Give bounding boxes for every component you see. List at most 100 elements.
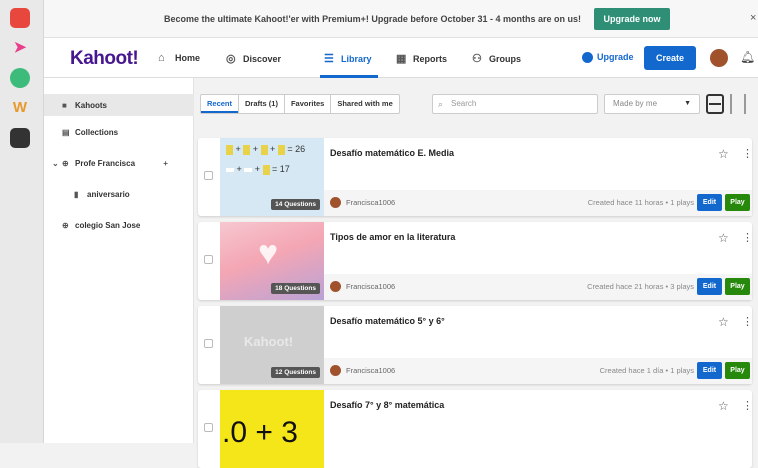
kahoot-title[interactable]: Desafío matemático E. Media	[330, 148, 454, 158]
star-icon[interactable]: ☆	[718, 315, 729, 329]
tab-favorites[interactable]: Favorites	[285, 95, 332, 113]
star-icon[interactable]: ☆	[718, 231, 729, 245]
question-count-badge: 14 Questions	[271, 199, 320, 210]
created-meta: Created hace 11 horas • 1 plays	[587, 198, 694, 207]
kahoot-card[interactable]: .0 + 3 Desafío 7° y 8° matemática ☆ ⋮	[198, 390, 753, 468]
more-options-icon[interactable]: ⋮	[742, 399, 753, 412]
star-icon[interactable]: ☆	[718, 147, 729, 161]
kahoots-icon: ■	[62, 101, 67, 110]
select-checkbox[interactable]	[204, 423, 213, 432]
chevron-down-icon: ▼	[684, 100, 691, 107]
folder-icon: ▮	[74, 190, 79, 199]
upgrade-icon	[582, 52, 593, 64]
more-options-icon[interactable]: ⋮	[742, 315, 753, 328]
play-button[interactable]: Play	[725, 194, 750, 211]
tab-shared-with-me[interactable]: Shared with me	[331, 95, 398, 113]
sidebar-item-label: Collections	[75, 128, 119, 137]
card-footer: Francisca1006 Created hace 21 horas • 3 …	[324, 274, 752, 300]
nav-home-label: Home	[175, 53, 201, 63]
sidebar-item-aniversario[interactable]: ▮ aniversario	[74, 190, 130, 199]
thumbnail-result-1: = 26	[287, 144, 306, 154]
app-dock: ➤ W	[0, 0, 44, 443]
app-icon-red[interactable]	[10, 8, 30, 28]
app-icon-w[interactable]: W	[10, 98, 30, 118]
filter-tabs: Recent Drafts (1) Favorites Shared with …	[200, 94, 400, 114]
avatar[interactable]	[710, 49, 728, 67]
list-view-icon[interactable]	[706, 94, 724, 114]
made-by-value: Made by me	[613, 99, 658, 108]
nav-home[interactable]: ⌂ Home	[158, 52, 200, 64]
close-icon[interactable]: ×	[750, 12, 756, 24]
upgrade-now-button[interactable]: Upgrade now	[594, 8, 670, 30]
app-icon-dark[interactable]	[10, 128, 30, 148]
kahoot-logo[interactable]: Kahoot!	[70, 48, 139, 70]
kahoot-title[interactable]: Desafío 7° y 8° matemática	[330, 400, 444, 410]
avatar	[330, 197, 341, 208]
search-input[interactable]: ⌕ Search	[432, 94, 598, 114]
created-meta: Created hace 21 horas • 3 plays	[587, 282, 694, 291]
kahoot-title[interactable]: Tipos de amor en la literatura	[330, 232, 455, 242]
kahoot-thumbnail[interactable]: Kahoot! 12 Questions	[220, 306, 324, 384]
more-options-icon[interactable]: ⋮	[742, 147, 753, 160]
kahoot-card[interactable]: Kahoot! 12 Questions Desafío matemático …	[198, 306, 753, 384]
collections-icon: ▤	[62, 128, 70, 137]
app-icon-arrow[interactable]: ➤	[10, 38, 30, 58]
star-icon[interactable]: ☆	[718, 399, 729, 413]
select-checkbox[interactable]	[204, 255, 213, 264]
sidebar-item-label: aniversario	[87, 190, 130, 199]
grid-view-icon[interactable]	[730, 94, 746, 114]
bell-icon[interactable]: 🔔︎	[740, 50, 755, 64]
app-icon-green[interactable]	[10, 68, 30, 88]
sidebar-item-profe-francisca[interactable]: ⌄ ⊕ Profe Francisca +	[52, 159, 168, 168]
tab-drafts[interactable]: Drafts (1)	[239, 95, 285, 113]
play-button[interactable]: Play	[725, 362, 750, 379]
search-placeholder: Search	[451, 99, 477, 108]
play-button[interactable]: Play	[725, 278, 750, 295]
top-navigation: Kahoot! ⌂ Home ◎ Discover ☰ Library ▦ Report…	[44, 38, 758, 78]
create-button[interactable]: Create	[644, 46, 696, 70]
more-options-icon[interactable]: ⋮	[742, 231, 753, 244]
select-checkbox[interactable]	[204, 339, 213, 348]
kahoot-card[interactable]: ♥ 18 Questions Tipos de amor en la liter…	[198, 222, 753, 300]
reports-icon: ▦	[396, 53, 407, 65]
upgrade-link[interactable]: Upgrade	[582, 52, 634, 64]
edit-button[interactable]: Edit	[697, 194, 722, 211]
owner-name[interactable]: Francisca1006	[346, 282, 395, 291]
owner-name[interactable]: Francisca1006	[346, 198, 395, 207]
created-meta: Created hace 1 día • 1 plays	[599, 366, 694, 375]
search-icon: ⌕	[438, 99, 444, 109]
nav-groups[interactable]: ⚇ Groups	[472, 52, 521, 65]
nav-reports[interactable]: ▦ Reports	[396, 52, 447, 65]
kahoot-thumbnail[interactable]: ♥ 18 Questions	[220, 222, 324, 300]
owner-name[interactable]: Francisca1006	[346, 366, 395, 375]
nav-library[interactable]: ☰ Library	[324, 52, 372, 65]
thumbnail-equation: + + = 17	[226, 164, 290, 175]
sidebar-item-collections[interactable]: ▤ Collections	[62, 128, 118, 137]
workspace-icon: ⊕	[62, 221, 69, 230]
library-content: Recent Drafts (1) Favorites Shared with …	[194, 78, 758, 468]
thumbnail-text: .0 + 3	[222, 416, 298, 449]
card-footer: Francisca1006 Created hace 1 día • 1 pla…	[324, 358, 752, 384]
edit-button[interactable]: Edit	[697, 278, 722, 295]
nav-discover[interactable]: ◎ Discover	[226, 52, 281, 65]
sidebar-item-label: Profe Francisca	[75, 159, 136, 168]
kahoot-thumbnail[interactable]: .0 + 3	[220, 390, 324, 468]
made-by-select[interactable]: Made by me ▼	[604, 94, 700, 114]
kahoot-thumbnail[interactable]: + + + = 26 + + = 17 14 Questions	[220, 138, 324, 216]
thumbnail-equation: + + + = 26	[226, 144, 305, 155]
kahoot-title[interactable]: Desafío matemático 5° y 6°	[330, 316, 445, 326]
avatar	[330, 281, 341, 292]
add-folder-icon[interactable]: +	[163, 159, 168, 168]
edit-button[interactable]: Edit	[697, 362, 722, 379]
promo-banner: Become the ultimate Kahoot!'er with Prem…	[44, 0, 758, 38]
question-count-badge: 12 Questions	[271, 367, 320, 378]
library-sidebar: ■ Kahoots ▤ Collections ⌄ ⊕ Profe Francisca …	[44, 78, 194, 443]
sidebar-item-colegio-san-jose[interactable]: ⊕ colegio San Jose	[62, 221, 140, 230]
sidebar-item-kahoots[interactable]: ■ Kahoots	[62, 101, 107, 110]
avatar	[330, 365, 341, 376]
thumbnail-result-2: = 17	[272, 164, 290, 174]
kahoot-card[interactable]: + + + = 26 + + = 17 14 Questions Desafío…	[198, 138, 753, 216]
tab-recent[interactable]: Recent	[201, 95, 240, 113]
sidebar-item-label: colegio San Jose	[75, 221, 141, 230]
select-checkbox[interactable]	[204, 171, 213, 180]
